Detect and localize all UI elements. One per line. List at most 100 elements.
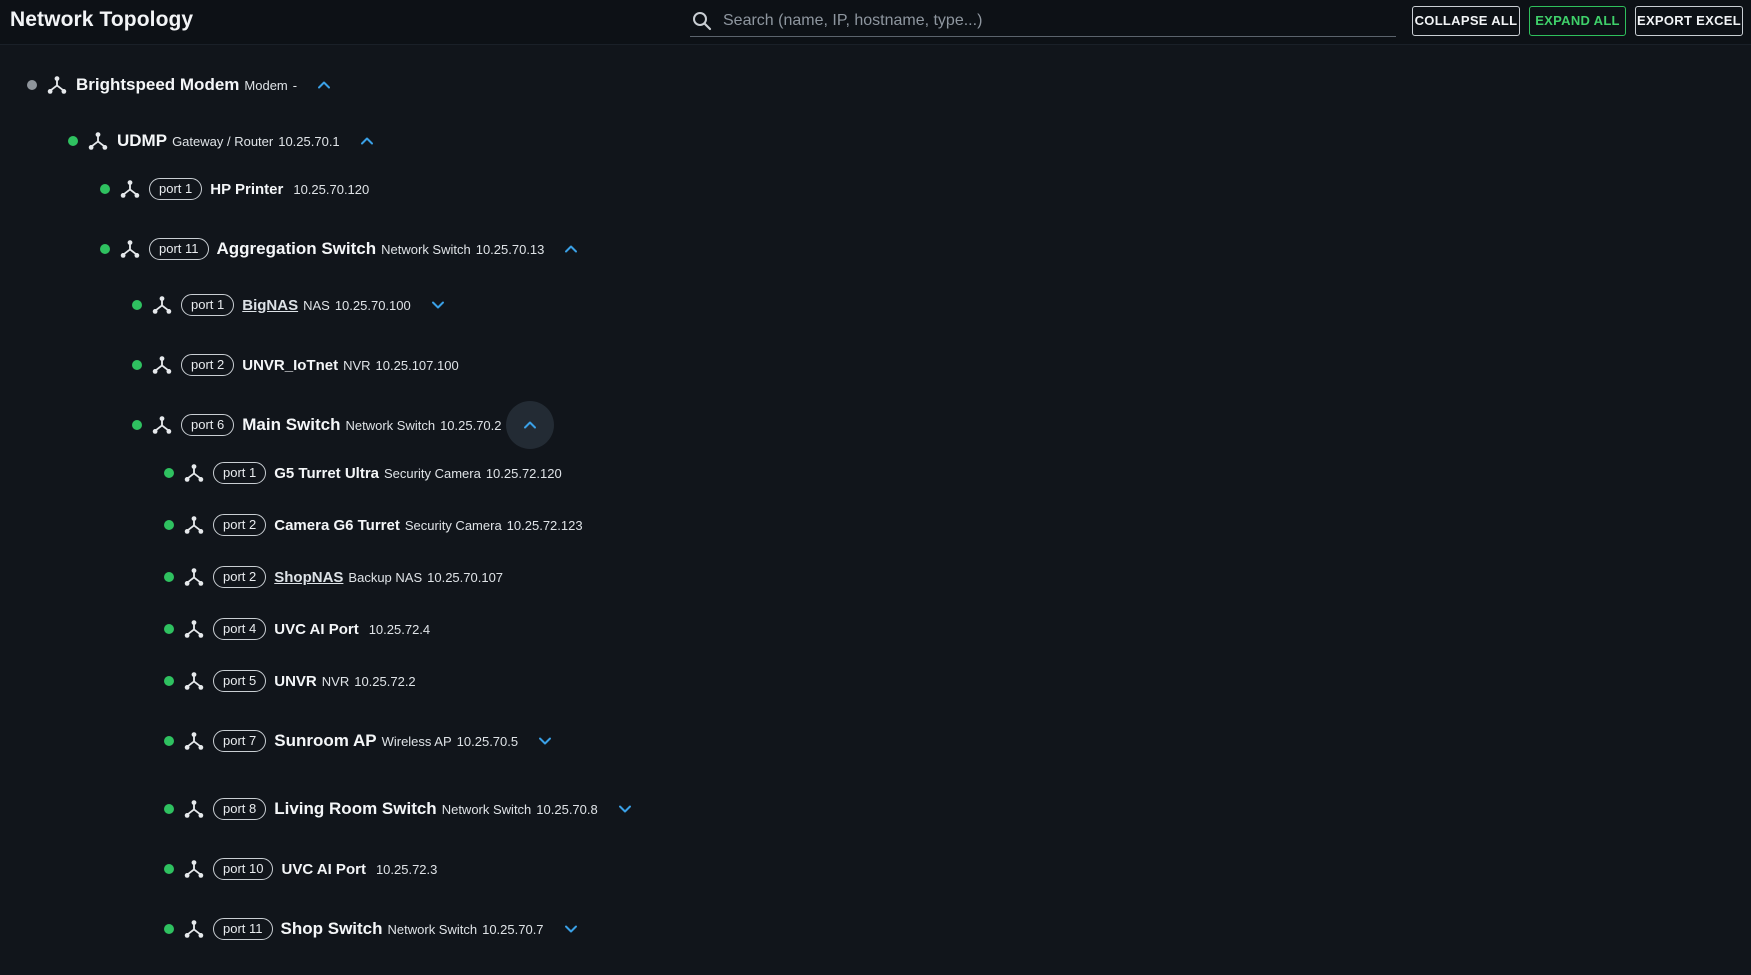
status-dot <box>164 468 174 478</box>
node-type: NVR <box>343 357 371 373</box>
port-badge: port 5 <box>213 670 267 692</box>
export-excel-button[interactable]: EXPORT EXCEL <box>1635 6 1743 36</box>
node-ip: 10.25.72.3 <box>375 861 438 877</box>
tree-node-shopnas[interactable]: port 2 ShopNAS Backup NAS 10.25.70.107 <box>164 562 503 592</box>
node-type: Wireless AP <box>381 733 452 749</box>
node-type: NAS <box>303 297 330 313</box>
search-bar[interactable] <box>690 6 1396 37</box>
tree-node-aggregation-switch[interactable]: port 11 Aggregation Switch Network Switc… <box>100 234 586 264</box>
expand-toggle[interactable] <box>423 290 453 320</box>
chevron-down-icon <box>430 297 446 313</box>
tree-node-unvr[interactable]: port 5 UNVR NVR 10.25.72.2 <box>164 666 416 696</box>
chevron-down-icon <box>617 801 633 817</box>
status-dot <box>164 624 174 634</box>
port-badge: port 8 <box>213 798 267 820</box>
status-dot <box>132 360 142 370</box>
node-type: Network Switch <box>381 241 471 257</box>
port-badge: port 7 <box>213 730 267 752</box>
chevron-down-icon <box>537 733 553 749</box>
node-type: Security Camera <box>384 465 481 481</box>
chevron-down-icon <box>563 921 579 937</box>
port-badge: port 1 <box>149 178 203 200</box>
network-node-icon <box>183 730 205 752</box>
network-node-icon <box>119 238 141 260</box>
node-name: UDMP <box>117 131 168 150</box>
collapse-toggle[interactable] <box>309 70 339 100</box>
tree-node-hp-printer[interactable]: port 1 HP Printer 10.25.70.120 <box>100 174 369 204</box>
tree-node-bignas[interactable]: port 1 BigNAS NAS 10.25.70.100 <box>132 290 453 320</box>
search-input[interactable] <box>721 8 1385 34</box>
status-dot <box>27 80 37 90</box>
port-badge: port 6 <box>181 414 235 436</box>
tree-node-udmp[interactable]: UDMP Gateway / Router 10.25.70.1 <box>68 126 382 156</box>
network-node-icon <box>183 618 205 640</box>
node-ip: 10.25.70.7 <box>482 921 544 937</box>
node-name: Brightspeed Modem <box>76 75 240 94</box>
tree-node-uvc-ai-port[interactable]: port 4 UVC AI Port 10.25.72.4 <box>164 614 430 644</box>
node-ip: 10.25.70.107 <box>427 569 504 585</box>
status-dot <box>164 520 174 530</box>
tree-node-unvr-iotnet[interactable]: port 2 UNVR_IoTnet NVR 10.25.107.100 <box>132 350 459 380</box>
status-dot <box>100 184 110 194</box>
tree-node-uvc-ai-port-2[interactable]: port 10 UVC AI Port 10.25.72.3 <box>164 854 437 884</box>
collapse-toggle[interactable] <box>505 401 554 449</box>
port-badge: port 2 <box>213 514 267 536</box>
collapse-toggle[interactable] <box>556 234 586 264</box>
status-dot <box>132 420 142 430</box>
expand-all-button[interactable]: EXPAND ALL <box>1529 6 1626 36</box>
network-node-icon <box>151 354 173 376</box>
tree-node-g5-turret-ultra[interactable]: port 1 G5 Turret Ultra Security Camera 1… <box>164 458 562 488</box>
network-node-icon <box>183 462 205 484</box>
tree-node-shop-switch[interactable]: port 11 Shop Switch Network Switch 10.25… <box>164 914 586 944</box>
node-ip: 10.25.70.2 <box>440 417 502 433</box>
status-dot <box>164 572 174 582</box>
port-badge: port 11 <box>149 238 209 260</box>
port-badge: port 2 <box>181 354 235 376</box>
node-name: Sunroom AP <box>274 731 377 750</box>
node-type: Modem <box>244 77 288 93</box>
tree-node-camera-g6-turret[interactable]: port 2 Camera G6 Turret Security Camera … <box>164 510 583 540</box>
node-name: UVC AI Port <box>281 860 366 878</box>
port-badge: port 10 <box>213 858 274 880</box>
expand-toggle[interactable] <box>556 914 586 944</box>
port-badge: port 1 <box>213 462 267 484</box>
status-dot <box>164 864 174 874</box>
collapse-toggle[interactable] <box>352 126 382 156</box>
node-ip: 10.25.72.4 <box>368 621 431 637</box>
tree-node-main-switch[interactable]: port 6 Main Switch Network Switch 10.25.… <box>132 401 554 449</box>
network-node-icon <box>87 130 109 152</box>
status-dot <box>164 676 174 686</box>
node-ip: 10.25.70.1 <box>278 133 340 149</box>
collapse-all-button[interactable]: COLLAPSE ALL <box>1412 6 1520 36</box>
node-ip: 10.25.70.13 <box>475 241 545 257</box>
node-name-link[interactable]: BigNAS <box>242 297 298 314</box>
chevron-up-icon <box>316 77 332 93</box>
node-name: Living Room Switch <box>274 799 437 818</box>
node-type: Gateway / Router <box>172 133 274 149</box>
network-node-icon <box>119 178 141 200</box>
network-node-icon <box>46 74 68 96</box>
network-node-icon <box>183 798 205 820</box>
network-node-icon <box>183 566 205 588</box>
node-name: Aggregation Switch <box>216 239 377 258</box>
chevron-up-icon <box>522 417 538 433</box>
tree-node-sunroom-ap[interactable]: port 7 Sunroom AP Wireless AP 10.25.70.5 <box>164 726 560 756</box>
status-dot <box>164 804 174 814</box>
node-name: UNVR <box>274 672 317 690</box>
port-badge: port 1 <box>181 294 235 316</box>
network-node-icon <box>183 514 205 536</box>
expand-toggle[interactable] <box>530 726 560 756</box>
chevron-up-icon <box>359 133 375 149</box>
network-node-icon <box>151 294 173 316</box>
search-icon <box>693 12 712 31</box>
node-name-link[interactable]: ShopNAS <box>274 569 343 586</box>
network-node-icon <box>151 414 173 436</box>
page-title: Network Topology <box>10 8 194 31</box>
node-name: Camera G6 Turret <box>274 516 400 534</box>
chevron-up-icon <box>563 241 579 257</box>
expand-toggle[interactable] <box>610 794 640 824</box>
tree-node-living-room-switch[interactable]: port 8 Living Room Switch Network Switch… <box>164 794 640 824</box>
status-dot <box>132 300 142 310</box>
port-badge: port 4 <box>213 618 267 640</box>
tree-node-brightspeed-modem[interactable]: Brightspeed Modem Modem - <box>27 70 339 100</box>
